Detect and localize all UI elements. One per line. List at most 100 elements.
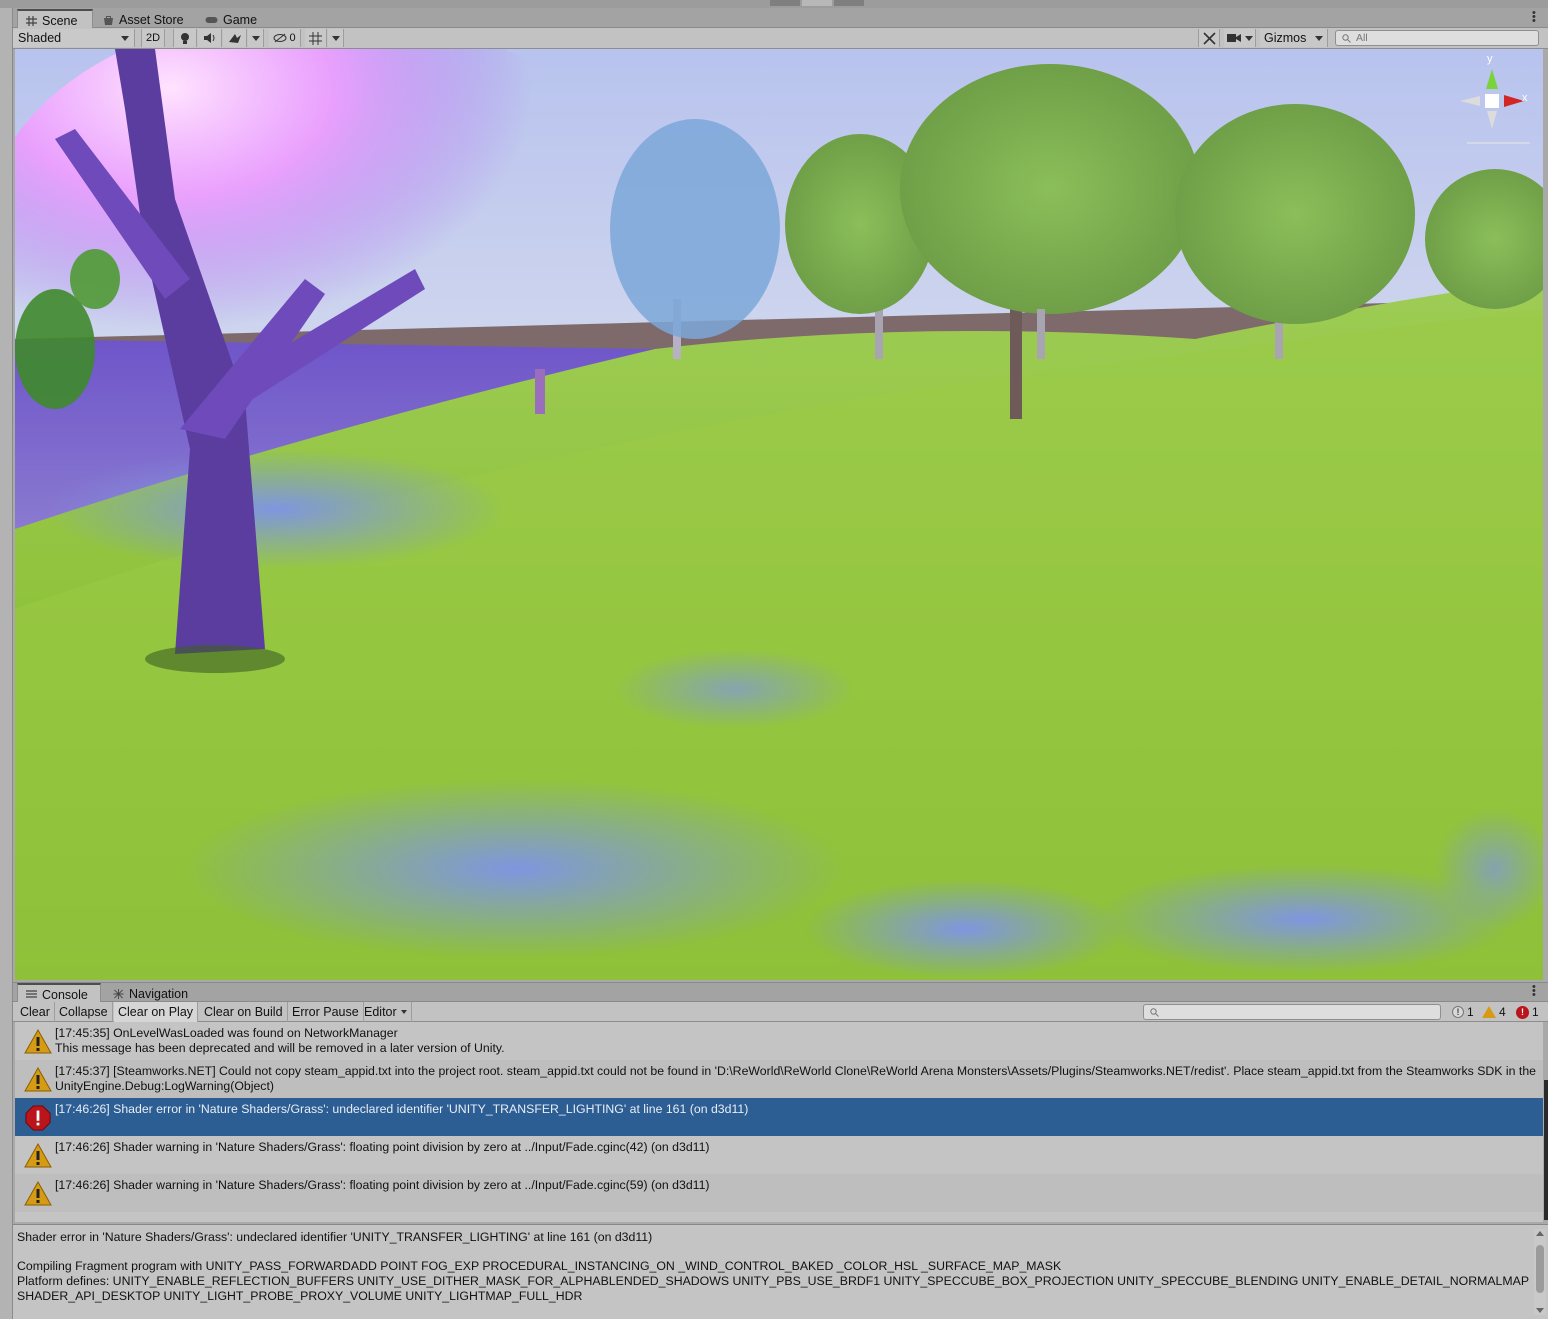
- tab-game[interactable]: Game: [197, 9, 273, 28]
- gizmo-x-label: x: [1522, 92, 1528, 104]
- error-filter-toggle[interactable]: ! 1: [1513, 1003, 1542, 1021]
- bag-icon: [104, 15, 113, 25]
- hidden-objects-toggle[interactable]: 0: [269, 29, 301, 47]
- clear-on-build-label: Clear on Build: [204, 1005, 283, 1019]
- tab-asset-store-label: Asset Store: [119, 12, 184, 27]
- info-icon: !: [1452, 1006, 1464, 1018]
- warning-icon: [24, 1029, 52, 1054]
- tools-button[interactable]: [1198, 29, 1220, 47]
- scene-search-input[interactable]: All: [1335, 30, 1539, 46]
- log-entry-message: [17:46:26] Shader warning in 'Nature Sha…: [55, 1178, 710, 1192]
- error-count: 1: [1532, 1005, 1539, 1019]
- clear-on-build-button[interactable]: Clear on Build: [200, 1002, 288, 1022]
- chevron-down-icon: [121, 35, 129, 41]
- gamepad-icon: [205, 16, 218, 23]
- lighting-toggle[interactable]: [173, 29, 197, 47]
- warning-count: 4: [1499, 1005, 1506, 1019]
- tab-scene-label: Scene: [42, 13, 78, 28]
- camera-settings-button[interactable]: [1224, 29, 1256, 47]
- tab-console-label: Console: [42, 987, 88, 1002]
- detail-line: Platform defines: UNITY_ENABLE_REFLECTIO…: [17, 1274, 1530, 1288]
- scroll-down-icon[interactable]: [1536, 1308, 1544, 1313]
- detail-scrollbar[interactable]: [1534, 1229, 1546, 1315]
- info-count: 1: [1467, 1005, 1474, 1019]
- warning-icon: [24, 1143, 52, 1168]
- clear-button[interactable]: Clear: [16, 1002, 55, 1022]
- gizmos-dropdown[interactable]: Gizmos: [1260, 29, 1328, 47]
- log-entry-selected[interactable]: [17:46:26] Shader error in 'Nature Shade…: [15, 1098, 1543, 1136]
- camera-icon: [1226, 34, 1241, 42]
- audio-toggle[interactable]: [198, 29, 222, 47]
- error-pause-label: Error Pause: [292, 1005, 359, 1019]
- effects-icon: [228, 34, 241, 43]
- scrollbar-thumb[interactable]: [1536, 1245, 1544, 1293]
- log-entry-message: [17:46:26] Shader error in 'Nature Shade…: [55, 1102, 749, 1116]
- tab-asset-store[interactable]: Asset Store: [95, 9, 195, 28]
- scene-search-placeholder: All: [1356, 32, 1368, 44]
- detail-line: SHADER_API_DESKTOP UNITY_LIGHT_PROBE_PRO…: [17, 1289, 583, 1303]
- left-panel-edge: [0, 8, 13, 1319]
- grid-icon: [26, 15, 37, 26]
- chevron-down-icon: [400, 1010, 407, 1014]
- chevron-down-icon: [331, 35, 340, 41]
- chevron-down-icon: [251, 35, 260, 41]
- log-entry[interactable]: [17:46:26] Shader warning in 'Nature Sha…: [15, 1174, 1543, 1212]
- clear-on-play-button[interactable]: Clear on Play: [114, 1002, 199, 1022]
- search-icon: [1342, 33, 1351, 43]
- scene-panel-menu-icon[interactable]: • • •: [1532, 8, 1536, 27]
- grid-dropdown[interactable]: [328, 29, 344, 47]
- log-entry-detail: This message has been deprecated and wil…: [55, 1041, 505, 1055]
- console-log-list: [17:45:35] OnLevelWasLoaded was found on…: [15, 1022, 1543, 1222]
- pause-button[interactable]: [802, 0, 832, 6]
- collapse-button[interactable]: Collapse: [55, 1002, 113, 1022]
- tab-navigation-label: Navigation: [129, 986, 189, 1001]
- tab-scene[interactable]: Scene: [17, 9, 93, 28]
- scene-tab-bar: Scene Asset Store Game • • •: [13, 8, 1548, 28]
- gizmos-label: Gizmos: [1264, 31, 1307, 45]
- scene-toolbar: Shaded 2D 0 Gizmos All: [13, 28, 1548, 49]
- tab-console[interactable]: Console: [17, 983, 101, 1002]
- console-detail-pane[interactable]: Shader error in 'Nature Shaders/Grass': …: [13, 1224, 1548, 1319]
- scene-viewport[interactable]: y x: [15, 49, 1543, 980]
- effects-dropdown[interactable]: [248, 29, 264, 47]
- clear-label: Clear: [20, 1005, 50, 1019]
- step-button[interactable]: [834, 0, 864, 6]
- log-entry[interactable]: [17:46:26] Shader warning in 'Nature Sha…: [15, 1136, 1543, 1174]
- draw-mode-value: Shaded: [18, 31, 62, 45]
- chevron-down-icon: [1315, 35, 1323, 41]
- grid-snap-icon: [309, 31, 322, 45]
- warning-icon: [1482, 1006, 1496, 1018]
- draw-mode-dropdown[interactable]: Shaded: [13, 29, 135, 47]
- log-entry[interactable]: [17:45:37] [Steamworks.NET] Could not co…: [15, 1060, 1543, 1098]
- error-icon: !: [1516, 1005, 1529, 1019]
- gizmo-y-label: y: [1487, 53, 1493, 65]
- console-search-input[interactable]: [1143, 1004, 1441, 1020]
- scroll-up-icon[interactable]: [1536, 1231, 1544, 1236]
- effects-toggle[interactable]: [223, 29, 247, 47]
- hidden-objects-count: 0: [289, 32, 296, 44]
- tab-navigation[interactable]: Navigation: [105, 983, 201, 1002]
- speaker-icon: [203, 33, 214, 43]
- editor-label: Editor: [364, 1005, 397, 1019]
- toggle-2d-label: 2D: [145, 32, 161, 44]
- log-entry-message: [17:46:26] Shader warning in 'Nature Sha…: [55, 1140, 710, 1154]
- search-icon: [1150, 1007, 1159, 1017]
- info-filter-toggle[interactable]: ! 1: [1449, 1003, 1477, 1021]
- log-entry-message: [17:45:37] [Steamworks.NET] Could not co…: [55, 1064, 1537, 1078]
- error-pause-button[interactable]: Error Pause: [288, 1002, 364, 1022]
- eye-slash-icon: [273, 33, 287, 43]
- navigation-icon: [113, 988, 124, 999]
- editor-dropdown[interactable]: Editor: [360, 1002, 412, 1022]
- detail-line: Compiling Fragment program with UNITY_PA…: [17, 1259, 1062, 1273]
- chevron-down-icon: [1244, 35, 1253, 41]
- play-button[interactable]: [770, 0, 800, 6]
- toggle-2d-button[interactable]: 2D: [141, 29, 165, 47]
- warning-filter-toggle[interactable]: 4: [1479, 1003, 1509, 1021]
- log-entry[interactable]: [17:45:35] OnLevelWasLoaded was found on…: [15, 1022, 1543, 1060]
- console-icon: [26, 989, 37, 998]
- console-panel-menu-icon[interactable]: • • •: [1532, 982, 1536, 1001]
- grid-toggle[interactable]: [305, 29, 327, 47]
- warning-icon: [24, 1181, 52, 1206]
- console-toolbar: Clear Collapse Clear on Play Clear on Bu…: [13, 1002, 1548, 1022]
- window-edge: [1544, 1080, 1548, 1220]
